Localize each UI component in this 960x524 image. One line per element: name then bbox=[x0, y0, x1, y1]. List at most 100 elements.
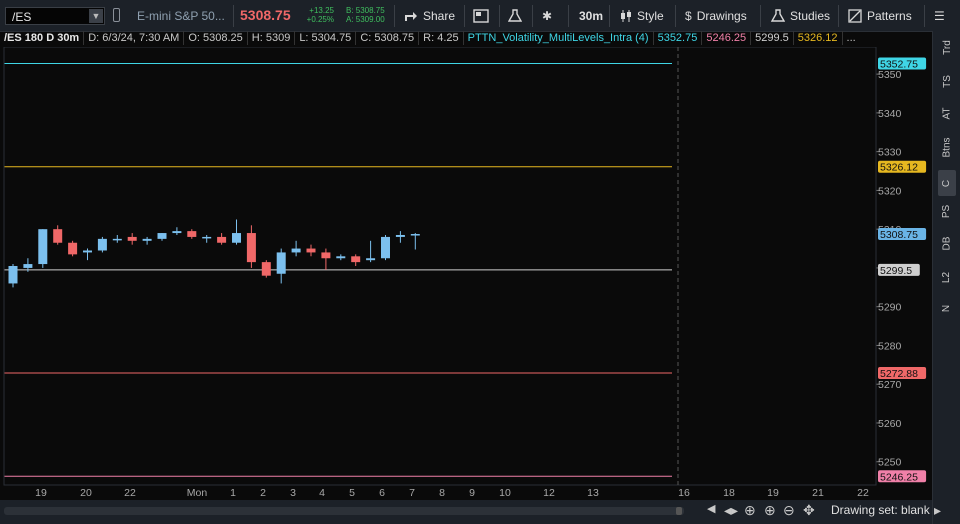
y-tick-label: 5280 bbox=[878, 340, 902, 352]
price-change: +13.25 +0.25% bbox=[304, 6, 334, 24]
zoom-in-icon[interactable]: ⊕ bbox=[764, 502, 776, 519]
x-tick-label: 18 bbox=[723, 487, 735, 499]
side-panel: Trd TS AT Btns C PS DB L2 N bbox=[932, 31, 960, 524]
x-tick-label: 2 bbox=[260, 487, 266, 499]
flask-icon bbox=[508, 8, 522, 22]
more-indicator[interactable]: ... bbox=[843, 31, 860, 45]
x-tick-label: 9 bbox=[469, 487, 475, 499]
x-tick-label: 22 bbox=[124, 487, 136, 499]
candle-body bbox=[83, 250, 92, 253]
symbol-input[interactable]: /ES ▼ bbox=[5, 7, 105, 25]
price-tag-label: 5326.12 bbox=[880, 162, 918, 174]
share-icon bbox=[405, 11, 417, 21]
grid-icon bbox=[473, 8, 489, 23]
symbol-text: /ES bbox=[12, 10, 32, 24]
study-level-2: 5246.25 bbox=[702, 31, 752, 45]
interval-button[interactable]: 30m bbox=[579, 0, 603, 31]
side-tab-label: DB bbox=[941, 236, 953, 250]
candle-body bbox=[232, 233, 241, 243]
link-icon[interactable] bbox=[113, 8, 120, 22]
flexible-grid-button[interactable] bbox=[473, 0, 489, 31]
side-tab-label: AT bbox=[941, 106, 953, 120]
price-chart[interactable]: 5250526052705280529053005310532053305340… bbox=[0, 47, 932, 500]
divider bbox=[532, 5, 533, 27]
pan-icon[interactable]: ✥ bbox=[803, 502, 815, 519]
studies-button[interactable]: Studies bbox=[771, 0, 830, 31]
x-tick-label: 8 bbox=[439, 487, 445, 499]
candle-body bbox=[23, 264, 33, 268]
candle-body bbox=[217, 236, 227, 243]
y-tick-label: 5350 bbox=[878, 69, 902, 81]
last-price: 5308.75 bbox=[240, 7, 291, 23]
candle-body bbox=[395, 234, 405, 237]
side-tab-c[interactable]: C bbox=[938, 170, 956, 196]
drawings-button[interactable]: $ Drawings bbox=[685, 0, 747, 31]
menu-icon: ☰ bbox=[934, 8, 945, 23]
side-tab-n[interactable]: N bbox=[938, 295, 956, 321]
candle-body bbox=[291, 248, 301, 253]
candle-body bbox=[38, 229, 48, 265]
side-tab-ps[interactable]: PS bbox=[938, 198, 956, 224]
bar-low: L: 5304.75 bbox=[295, 31, 357, 45]
study-name[interactable]: PTTN_Volatility_MultiLevels_Intra (4) bbox=[464, 31, 654, 45]
candle-body bbox=[187, 231, 197, 237]
settings-button[interactable]: ✱ bbox=[542, 0, 552, 31]
candle-body bbox=[202, 236, 212, 239]
x-tick-label: 7 bbox=[409, 487, 415, 499]
x-tick-label: 10 bbox=[499, 487, 511, 499]
side-tab-ts[interactable]: TS bbox=[938, 68, 956, 94]
study-level-1: 5352.75 bbox=[654, 31, 703, 45]
drawing-set-label[interactable]: Drawing set: blank bbox=[831, 503, 930, 517]
x-tick-label: 19 bbox=[35, 487, 47, 499]
side-tab-trd[interactable]: Trd bbox=[938, 34, 956, 60]
horizontal-scrollbar[interactable] bbox=[4, 507, 684, 515]
x-tick-label: 1 bbox=[230, 487, 236, 499]
divider bbox=[838, 5, 839, 27]
candle-body bbox=[366, 258, 376, 261]
side-tab-at[interactable]: AT bbox=[938, 100, 956, 126]
lab-button[interactable] bbox=[508, 0, 522, 31]
chart-info-bar: /ES 180 D 30m D: 6/3/24, 7:30 AM O: 5308… bbox=[0, 29, 876, 47]
scroll-left-icon[interactable]: ◀ bbox=[707, 502, 715, 515]
side-tab-btns[interactable]: Btns bbox=[938, 134, 956, 160]
share-button[interactable]: Share bbox=[404, 0, 455, 31]
divider bbox=[499, 5, 500, 27]
zoom-out-icon[interactable]: ⊖ bbox=[783, 502, 795, 519]
side-tab-label: PS bbox=[941, 204, 953, 218]
divider bbox=[464, 5, 465, 27]
divider bbox=[675, 5, 676, 27]
crosshair-icon[interactable]: ⊕ bbox=[744, 502, 756, 519]
menu-button[interactable]: ☰ bbox=[934, 0, 945, 31]
chevron-down-icon[interactable]: ▼ bbox=[89, 9, 103, 23]
divider bbox=[233, 5, 234, 27]
gear-icon: ✱ bbox=[542, 8, 553, 23]
price-tag-label: 5308.75 bbox=[880, 229, 918, 241]
x-tick-label: 3 bbox=[290, 487, 296, 499]
style-label: Style bbox=[637, 8, 664, 23]
expand-icon[interactable]: ◂▸ bbox=[724, 502, 738, 519]
scroll-right-icon[interactable]: ▸ bbox=[934, 502, 941, 519]
candle-body bbox=[306, 248, 316, 253]
side-tab-l2[interactable]: L2 bbox=[938, 264, 956, 290]
patterns-button[interactable]: Patterns bbox=[848, 0, 912, 31]
side-tab-db[interactable]: DB bbox=[938, 230, 956, 256]
x-tick-label: 21 bbox=[812, 487, 824, 499]
x-tick-label: 19 bbox=[767, 487, 779, 499]
price-tag-label: 5246.25 bbox=[880, 471, 918, 483]
candle-style-icon bbox=[621, 9, 631, 22]
patterns-icon bbox=[848, 8, 862, 23]
price-tag-label: 5272.88 bbox=[880, 368, 918, 380]
bar-high: H: 5309 bbox=[248, 31, 296, 45]
y-tick-label: 5330 bbox=[878, 147, 902, 159]
side-tab-label: L2 bbox=[941, 271, 953, 283]
percent-change: +0.25% bbox=[306, 15, 334, 24]
price-tag-label: 5299.5 bbox=[880, 265, 912, 277]
study-levels bbox=[4, 62, 672, 477]
scroll-thumb[interactable] bbox=[676, 507, 682, 515]
candle-body bbox=[261, 262, 271, 276]
style-button[interactable]: Style bbox=[620, 0, 664, 31]
main-toolbar: /ES ▼ E-mini S&P 50... 5308.75 +13.25 +0… bbox=[0, 0, 960, 32]
study-level-4: 5326.12 bbox=[794, 31, 843, 45]
candle-body bbox=[246, 233, 256, 263]
study-level-3: 5299.5 bbox=[751, 31, 794, 45]
